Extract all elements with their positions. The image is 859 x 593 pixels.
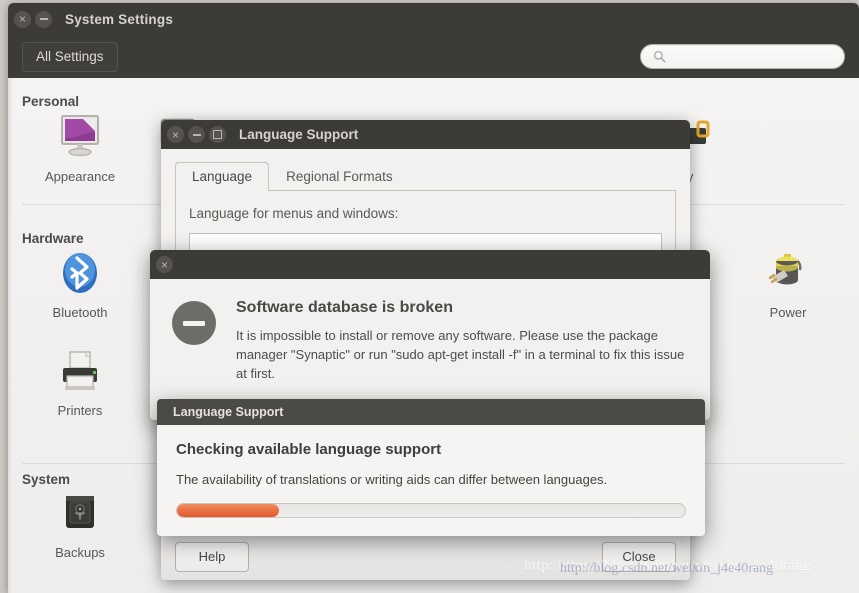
progress-dialog-title: Language Support xyxy=(173,405,284,419)
close-icon[interactable] xyxy=(14,10,31,28)
settings-item-bluetooth[interactable]: Bluetooth xyxy=(30,250,130,320)
progress-description: The availability of translations or writ… xyxy=(176,472,608,487)
progress-dialog-titlebar: Language Support xyxy=(157,399,705,425)
error-minus-icon xyxy=(172,301,216,345)
tab-regional-formats[interactable]: Regional Formats xyxy=(269,162,410,191)
language-panel-label: Language for menus and windows: xyxy=(189,206,399,221)
settings-item-appearance[interactable]: Appearance xyxy=(30,114,130,184)
settings-item-label: Bluetooth xyxy=(52,305,108,320)
error-dialog-text-block: Software database is broken It is imposs… xyxy=(236,299,688,384)
progress-heading: Checking available language support xyxy=(176,441,442,458)
error-dialog-titlebar xyxy=(150,250,710,279)
backups-safe-icon xyxy=(30,490,130,538)
progress-bar-fill xyxy=(177,504,279,517)
tab-language[interactable]: Language xyxy=(175,162,270,191)
close-icon[interactable] xyxy=(156,256,173,273)
section-title-system: System xyxy=(22,472,71,487)
progress-dialog-body: Checking available language support The … xyxy=(157,425,705,518)
watermark-text-front: http://blog.csdn.net/weixin_j4e40rang xyxy=(560,561,774,576)
settings-item-power[interactable]: Power xyxy=(738,250,838,320)
section-title-hardware: Hardware xyxy=(22,231,84,246)
language-support-titlebar: Language Support xyxy=(161,120,690,149)
bluetooth-icon xyxy=(30,250,130,298)
error-dialog-heading: Software database is broken xyxy=(236,299,453,316)
system-settings-header: System Settings All Settings xyxy=(8,3,859,78)
system-settings-toolbar: All Settings xyxy=(8,35,859,78)
screen: System Settings All Settings Personal xyxy=(0,0,859,593)
search-icon xyxy=(653,50,666,63)
help-button[interactable]: Help xyxy=(175,541,249,572)
progress-bar xyxy=(176,503,686,518)
minimize-icon[interactable] xyxy=(188,126,205,143)
settings-item-label: Power xyxy=(769,305,807,320)
software-database-broken-dialog: Software database is broken It is imposs… xyxy=(150,250,710,420)
settings-item-label: Backups xyxy=(55,545,105,560)
settings-item-backups[interactable]: Backups xyxy=(30,490,130,560)
appearance-icon xyxy=(30,114,130,162)
section-title-personal: Personal xyxy=(22,94,80,109)
window-title: Language Support xyxy=(239,127,359,142)
search-box[interactable] xyxy=(640,44,845,69)
window-title: System Settings xyxy=(65,11,174,27)
settings-item-printers[interactable]: Printers xyxy=(30,348,130,418)
system-settings-titlebar: System Settings xyxy=(8,3,859,35)
maximize-icon[interactable] xyxy=(209,126,226,143)
close-icon[interactable] xyxy=(167,126,184,143)
all-settings-button[interactable]: All Settings xyxy=(22,41,118,72)
printer-icon xyxy=(30,348,130,396)
error-dialog-body: It is impossible to install or remove an… xyxy=(236,328,685,381)
scroll-edge xyxy=(8,78,12,593)
error-dialog-content: Software database is broken It is imposs… xyxy=(150,279,710,384)
settings-item-label: Appearance xyxy=(44,169,116,184)
power-icon xyxy=(738,250,838,298)
settings-item-label: Printers xyxy=(57,403,103,418)
progress-dialog: Language Support Checking available lang… xyxy=(157,399,705,536)
minimize-icon[interactable] xyxy=(35,10,52,28)
search-input[interactable] xyxy=(672,49,832,64)
tabstrip: Language Regional Formats xyxy=(175,160,676,191)
